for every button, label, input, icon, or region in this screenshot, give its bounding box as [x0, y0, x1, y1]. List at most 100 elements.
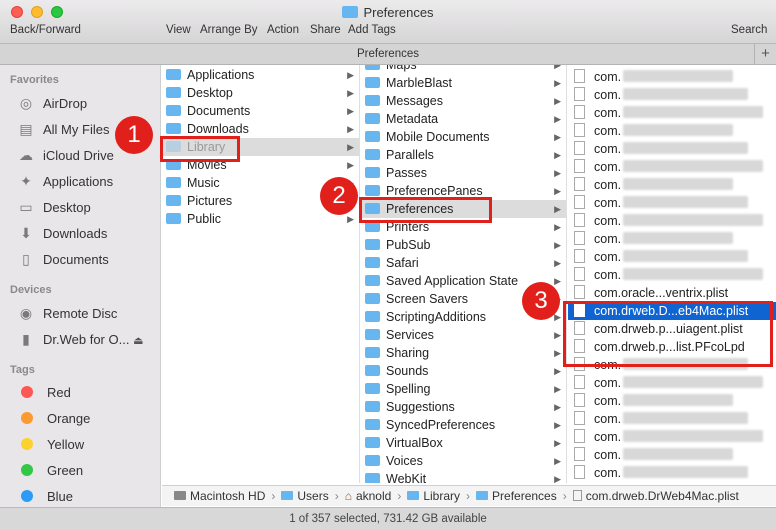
list-item[interactable]: com. [568, 392, 776, 410]
share-button[interactable]: Share [310, 24, 341, 36]
list-item[interactable]: Safari ▶ [361, 254, 566, 272]
item-label: Pictures [187, 194, 233, 208]
item-label: Saved Application State [386, 274, 519, 288]
tab-preferences[interactable]: Preferences [357, 48, 419, 60]
list-item[interactable]: Services ▶ [361, 326, 566, 344]
chevron-right-icon: ▶ [347, 70, 354, 80]
new-tab-button[interactable]: + [754, 44, 776, 64]
list-item[interactable]: com. [568, 194, 776, 212]
list-item[interactable]: Sounds ▶ [361, 362, 566, 380]
list-item[interactable]: com. [568, 464, 776, 482]
list-item[interactable]: MarbleBlast ▶ [361, 74, 566, 92]
sidebar-item-label: Desktop [43, 200, 91, 215]
list-item[interactable]: com. [568, 374, 776, 392]
list-item[interactable]: Parallels ▶ [361, 146, 566, 164]
item-label: Maps [386, 65, 417, 72]
list-item[interactable]: com. [568, 212, 776, 230]
path-separator-icon: › [562, 489, 567, 503]
list-item[interactable]: com. [568, 122, 776, 140]
list-item[interactable]: Passes ▶ [361, 164, 566, 182]
chevron-right-icon: ▶ [554, 258, 561, 268]
folder-icon [166, 87, 181, 98]
list-item[interactable]: com. [568, 410, 776, 428]
list-item[interactable]: VirtualBox ▶ [361, 434, 566, 452]
back-forward-button[interactable]: Back/Forward [10, 24, 81, 36]
sidebar-item-airdrop[interactable]: ◎ AirDrop [17, 93, 87, 113]
list-item[interactable]: WebKit ▶ [361, 470, 566, 483]
list-item[interactable]: com. [568, 266, 776, 284]
list-item[interactable]: Applications ▶ [162, 66, 359, 84]
path-item[interactable]: Library [423, 489, 460, 503]
item-label: Music [187, 176, 220, 190]
sidebar-tag-orange[interactable]: Orange [17, 409, 90, 429]
list-item[interactable]: Voices ▶ [361, 452, 566, 470]
list-item[interactable]: SyncedPreferences ▶ [361, 416, 566, 434]
sidebar-item-applications[interactable]: ✦ Applications [17, 171, 113, 191]
path-item[interactable]: com.drweb.DrWeb4Mac.plist [586, 489, 739, 503]
path-item[interactable]: Users [297, 489, 328, 503]
desktop-icon: ▭ [19, 199, 33, 215]
list-item[interactable]: com. [568, 158, 776, 176]
drive-icon: ▮ [22, 331, 30, 347]
list-item[interactable]: Metadata ▶ [361, 110, 566, 128]
chevron-right-icon: ▶ [554, 438, 561, 448]
list-item[interactable]: Sharing ▶ [361, 344, 566, 362]
path-item[interactable]: Macintosh HD [190, 489, 265, 503]
redacted-text [623, 412, 749, 424]
chevron-right-icon: ▶ [554, 65, 561, 70]
sidebar-item-label: Red [47, 385, 71, 400]
list-item[interactable]: com. [568, 176, 776, 194]
sidebar-tag-green[interactable]: Green [17, 461, 83, 481]
sidebar-item-label: iCloud Drive [43, 148, 114, 163]
sidebar-tag-blue[interactable]: Blue [17, 487, 73, 507]
list-item[interactable]: com.oracle...ventrix.plist [568, 284, 776, 302]
sidebar-item-documents[interactable]: ▯ Documents [17, 249, 109, 269]
list-item[interactable]: com. [568, 104, 776, 122]
list-item[interactable]: Messages ▶ [361, 92, 566, 110]
sidebar-item-drweb-volume[interactable]: ▮ Dr.Web for O... ⏏ [17, 329, 143, 349]
list-item[interactable]: com. [568, 86, 776, 104]
sidebar-item-all-my-files[interactable]: ▤ All My Files [17, 119, 109, 139]
list-item[interactable]: Mobile Documents ▶ [361, 128, 566, 146]
list-item[interactable]: Desktop ▶ [162, 84, 359, 102]
chevron-right-icon: ▶ [554, 384, 561, 394]
chevron-right-icon: ▶ [554, 456, 561, 466]
list-item[interactable]: com. [568, 230, 776, 248]
item-label: Desktop [187, 86, 233, 100]
sidebar-item-desktop[interactable]: ▭ Desktop [17, 197, 91, 217]
sidebar-item-remote-disc[interactable]: ◉ Remote Disc [17, 303, 118, 323]
view-button[interactable]: View [166, 24, 191, 36]
folder-icon [365, 167, 380, 178]
list-item[interactable]: com. [568, 248, 776, 266]
eject-icon[interactable]: ⏏ [133, 335, 143, 347]
list-item[interactable]: Spelling ▶ [361, 380, 566, 398]
sidebar-item-downloads[interactable]: ⬇ Downloads [17, 223, 107, 243]
path-item[interactable]: aknold [356, 489, 391, 503]
list-item[interactable]: com. [568, 446, 776, 464]
arrange-by-button[interactable]: Arrange By [200, 24, 258, 36]
list-item[interactable]: Documents ▶ [162, 102, 359, 120]
chevron-right-icon: ▶ [554, 240, 561, 250]
sidebar-item-icloud-drive[interactable]: ☁ iCloud Drive [17, 145, 114, 165]
list-item[interactable]: com. [568, 428, 776, 446]
tags-header: Tags [10, 364, 35, 376]
action-button[interactable]: Action [267, 24, 299, 36]
sidebar-tag-red[interactable]: Red [17, 383, 71, 403]
list-item[interactable]: Maps ▶ [361, 65, 566, 74]
add-tags-button[interactable]: Add Tags [348, 24, 396, 36]
redacted-text [623, 106, 764, 118]
sidebar-item-label: All My Files [43, 122, 110, 137]
list-item[interactable]: Suggestions ▶ [361, 398, 566, 416]
redacted-text [623, 466, 749, 478]
item-label: Screen Savers [386, 292, 468, 306]
folder-icon [365, 131, 380, 142]
list-item[interactable]: PubSub ▶ [361, 236, 566, 254]
search-button[interactable]: Search [731, 24, 767, 36]
path-item[interactable]: Preferences [492, 489, 557, 503]
list-item[interactable]: com. [568, 68, 776, 86]
sidebar-tag-yellow[interactable]: Yellow [17, 435, 84, 455]
disc-icon: ◉ [19, 305, 33, 321]
item-label: PubSub [386, 238, 431, 252]
item-label: MarbleBlast [386, 76, 452, 90]
list-item[interactable]: com. [568, 140, 776, 158]
